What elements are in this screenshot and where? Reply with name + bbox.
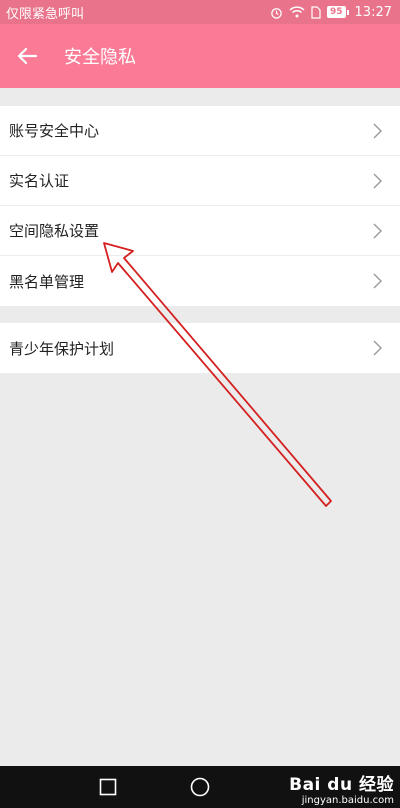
chevron-right-icon bbox=[372, 272, 384, 290]
setting-item-label: 空间隐私设置 bbox=[9, 222, 100, 240]
chevron-right-icon bbox=[372, 339, 384, 357]
status-bar: 仅限紧急呼叫 95 13:27 bbox=[0, 0, 400, 24]
chevron-right-icon bbox=[372, 222, 384, 240]
carrier-text: 仅限紧急呼叫 bbox=[6, 6, 85, 22]
watermark-url: jingyan.baidu.com bbox=[301, 795, 394, 806]
battery-icon: 95 bbox=[327, 6, 349, 18]
chevron-right-icon bbox=[372, 122, 384, 140]
wifi-icon bbox=[289, 6, 305, 18]
setting-item-space-privacy[interactable]: 空间隐私设置 bbox=[0, 206, 400, 256]
arrow-left-icon bbox=[17, 47, 37, 65]
alarm-icon bbox=[271, 7, 282, 19]
navigation-bar: Bai du 经验 jingyan.baidu.com bbox=[0, 766, 400, 808]
setting-item-account-security[interactable]: 账号安全中心 bbox=[0, 106, 400, 156]
circle-icon bbox=[190, 777, 210, 797]
battery-level: 95 bbox=[327, 6, 346, 18]
setting-item-label: 实名认证 bbox=[9, 172, 70, 190]
setting-item-label: 黑名单管理 bbox=[9, 272, 85, 291]
setting-item-youth-protection[interactable]: 青少年保护计划 bbox=[0, 323, 400, 373]
setting-item-real-name[interactable]: 实名认证 bbox=[0, 156, 400, 206]
home-button[interactable] bbox=[180, 766, 220, 808]
clock: 13:27 bbox=[354, 4, 392, 20]
square-icon bbox=[99, 778, 117, 796]
app-bar: 安全隐私 bbox=[0, 24, 400, 88]
settings-group-primary: 账号安全中心 实名认证 空间隐私设置 黑名单管理 bbox=[0, 106, 400, 306]
watermark: Bai du 经验 jingyan.baidu.com bbox=[289, 770, 394, 806]
setting-item-label: 账号安全中心 bbox=[9, 122, 100, 140]
back-button[interactable] bbox=[0, 24, 54, 88]
settings-group-secondary: 青少年保护计划 bbox=[0, 323, 400, 373]
page-title: 安全隐私 bbox=[64, 47, 136, 68]
setting-item-blacklist[interactable]: 黑名单管理 bbox=[0, 256, 400, 306]
chevron-right-icon bbox=[372, 172, 384, 190]
setting-item-label: 青少年保护计划 bbox=[9, 339, 115, 358]
watermark-logo: Bai du 经验 bbox=[289, 775, 394, 795]
recent-apps-button[interactable] bbox=[88, 766, 128, 808]
sim-icon bbox=[311, 5, 321, 19]
